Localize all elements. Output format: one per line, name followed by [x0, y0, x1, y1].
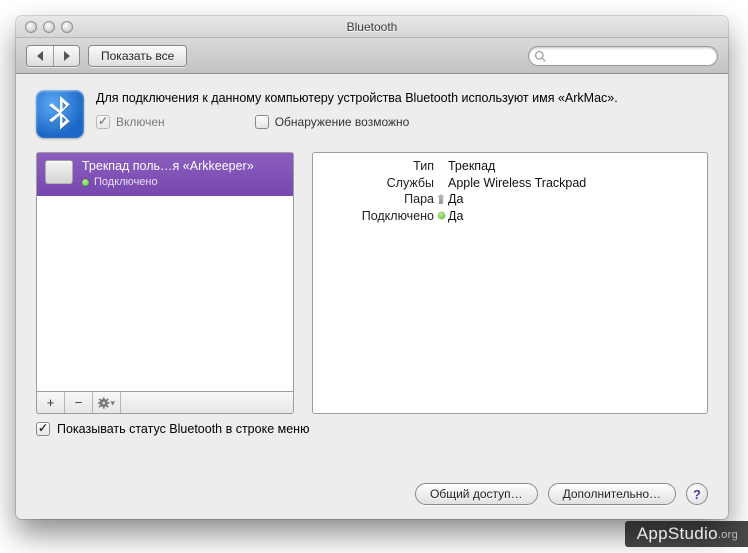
- device-list[interactable]: Трекпад поль…я «Arkkeeper» Подключено: [36, 152, 294, 392]
- device-details: Тип Трекпад Службы Apple Wireless Trackp…: [312, 152, 708, 414]
- search-input[interactable]: [546, 50, 717, 62]
- enabled-label: Включен: [116, 115, 165, 129]
- forward-button[interactable]: [53, 46, 79, 66]
- detail-type-value: Трекпад: [448, 159, 697, 173]
- toolbar: Показать все: [16, 38, 728, 74]
- help-button[interactable]: ?: [686, 483, 708, 505]
- footer-buttons: Общий доступ… Дополнительно… ?: [415, 483, 708, 505]
- detail-type-label: Тип: [319, 159, 434, 173]
- status-connected-icon: [438, 212, 445, 219]
- window-title: Bluetooth: [16, 20, 728, 34]
- main-row: Трекпад поль…я «Arkkeeper» Подключено + …: [36, 152, 708, 414]
- device-status: Подключено: [82, 176, 254, 190]
- checkbox-icon: [255, 115, 269, 129]
- detail-paired-label: Пара: [319, 192, 434, 206]
- bluetooth-discoverable-checkbox[interactable]: Обнаружение возможно: [255, 115, 410, 129]
- add-device-button[interactable]: +: [37, 392, 65, 413]
- show-status-menubar-checkbox[interactable]: Показывать статус Bluetooth в строке мен…: [36, 422, 708, 436]
- detail-services-label: Службы: [319, 176, 434, 190]
- nav-segment: [26, 45, 80, 67]
- device-status-text: Подключено: [94, 176, 158, 190]
- content-area: Для подключения к данному компьютеру уст…: [16, 74, 728, 519]
- sharing-button[interactable]: Общий доступ…: [415, 483, 538, 505]
- checkbox-icon: [36, 422, 50, 436]
- bluetooth-description: Для подключения к данному компьютеру уст…: [96, 88, 708, 107]
- search-field[interactable]: [528, 46, 718, 66]
- discoverable-label: Обнаружение возможно: [275, 115, 410, 129]
- trackpad-icon: [45, 160, 73, 184]
- device-list-actions: + −: [36, 392, 294, 414]
- checkbox-icon: [96, 115, 110, 129]
- detail-services-value: Apple Wireless Trackpad: [448, 176, 697, 190]
- bluetooth-header: Для подключения к данному компьютеру уст…: [36, 88, 708, 138]
- device-actions-menu[interactable]: [93, 392, 121, 413]
- watermark-brand: AppStudio: [637, 524, 718, 543]
- show-status-label: Показывать статус Bluetooth в строке мен…: [57, 422, 309, 436]
- advanced-button[interactable]: Дополнительно…: [548, 483, 676, 505]
- remove-device-button[interactable]: −: [65, 392, 93, 413]
- search-icon: [534, 50, 546, 62]
- device-name: Трекпад поль…я «Arkkeeper»: [82, 159, 254, 175]
- device-list-item[interactable]: Трекпад поль…я «Arkkeeper» Подключено: [37, 153, 293, 196]
- titlebar: Bluetooth: [16, 16, 728, 38]
- bluetooth-icon: [36, 90, 84, 138]
- chevron-right-icon: [62, 51, 71, 61]
- bluetooth-enabled-checkbox[interactable]: Включен: [96, 115, 165, 129]
- detail-paired-value: Да: [448, 192, 697, 206]
- status-connected-icon: [82, 179, 89, 186]
- show-all-button[interactable]: Показать все: [88, 45, 187, 67]
- detail-connected-label: Подключено: [319, 209, 434, 223]
- gear-icon: [98, 397, 116, 409]
- watermark-tld: .org: [718, 529, 738, 541]
- chevron-left-icon: [36, 51, 45, 61]
- back-button[interactable]: [27, 46, 53, 66]
- device-list-column: Трекпад поль…я «Arkkeeper» Подключено + …: [36, 152, 294, 414]
- signal-icon: [437, 194, 445, 204]
- preferences-window: Bluetooth Показать все Для подключения к…: [16, 16, 728, 519]
- watermark: AppStudio.org: [625, 521, 748, 547]
- detail-connected-value: Да: [448, 209, 697, 223]
